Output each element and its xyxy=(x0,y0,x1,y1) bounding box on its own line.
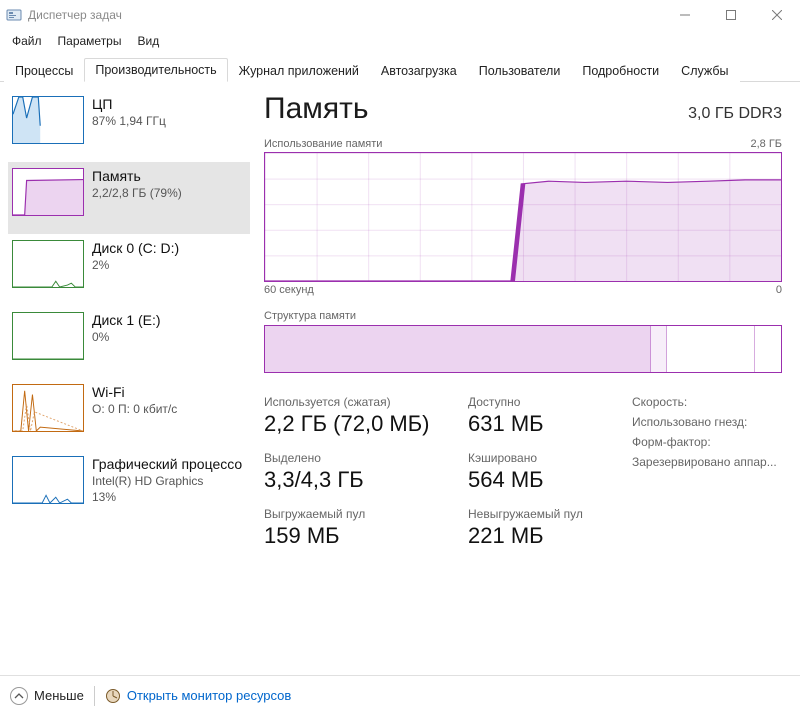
sidebar-item-disk1[interactable]: Диск 1 (E:) 0% xyxy=(8,306,250,378)
stat-committed-value: 3,3/4,3 ГБ xyxy=(264,467,464,493)
usage-chart-x-left: 60 секунд xyxy=(264,284,314,296)
composition-modified xyxy=(651,326,667,372)
cpu-sparkline xyxy=(12,96,84,144)
content: ЦП 87% 1,94 ГГц Память 2,2/2,8 ГБ (79%) xyxy=(0,82,800,675)
title-bar: Диспетчер задач xyxy=(0,0,800,30)
info-form: Форм-фактор: xyxy=(632,435,792,449)
sidebar-memory-sub: 2,2/2,8 ГБ (79%) xyxy=(92,186,182,200)
stat-cached-label: Кэшировано xyxy=(468,451,628,465)
chevron-up-icon xyxy=(10,687,28,705)
sidebar-item-cpu[interactable]: ЦП 87% 1,94 ГГц xyxy=(8,90,250,162)
stat-available-label: Доступно xyxy=(468,395,628,409)
memory-sparkline xyxy=(12,168,84,216)
sidebar-gpu-title: Графический процессор xyxy=(92,456,242,472)
wifi-sparkline xyxy=(12,384,84,432)
sidebar-cpu-sub: 87% 1,94 ГГц xyxy=(92,114,166,128)
sidebar-wifi-title: Wi-Fi xyxy=(92,384,177,400)
maximize-button[interactable] xyxy=(708,0,754,30)
stat-committed-label: Выделено xyxy=(264,451,464,465)
sidebar-item-wifi[interactable]: Wi-Fi О: 0 П: 0 кбит/с xyxy=(8,378,250,450)
disk0-sparkline xyxy=(12,240,84,288)
sidebar-disk0-sub: 2% xyxy=(92,258,179,272)
sidebar-item-disk0[interactable]: Диск 0 (C: D:) 2% xyxy=(8,234,250,306)
gpu-sparkline xyxy=(12,456,84,504)
tab-performance[interactable]: Производительность xyxy=(84,58,227,82)
menu-options[interactable]: Параметры xyxy=(50,32,130,50)
tab-services[interactable]: Службы xyxy=(670,59,739,82)
sidebar-gpu-sub1: Intel(R) HD Graphics xyxy=(92,474,242,488)
sidebar-cpu-title: ЦП xyxy=(92,96,166,112)
open-resource-monitor-link[interactable]: Открыть монитор ресурсов xyxy=(105,688,291,704)
app-icon xyxy=(6,7,22,23)
stat-cached-value: 564 МБ xyxy=(468,467,628,493)
open-resource-monitor-label: Открыть монитор ресурсов xyxy=(127,688,291,703)
sidebar-item-gpu[interactable]: Графический процессор Intel(R) HD Graphi… xyxy=(8,450,250,522)
menu-bar: Файл Параметры Вид xyxy=(0,30,800,52)
window-controls xyxy=(662,0,800,30)
usage-chart-x-right: 0 xyxy=(776,284,782,296)
close-button[interactable] xyxy=(754,0,800,30)
detail-panel: Память 3,0 ГБ DDR3 Использование памяти … xyxy=(250,82,800,675)
memory-usage-chart[interactable] xyxy=(264,152,782,282)
sidebar-disk0-title: Диск 0 (C: D:) xyxy=(92,240,179,256)
menu-view[interactable]: Вид xyxy=(129,32,167,50)
detail-total: 3,0 ГБ DDR3 xyxy=(688,105,782,123)
window-title: Диспетчер задач xyxy=(28,8,122,22)
sidebar-disk1-sub: 0% xyxy=(92,330,161,344)
tab-processes[interactable]: Процессы xyxy=(4,59,84,82)
stat-paged-value: 159 МБ xyxy=(264,523,464,549)
usage-chart-label-right: 2,8 ГБ xyxy=(750,138,782,150)
info-reserved: Зарезервировано аппар... xyxy=(632,455,792,469)
tab-app-history[interactable]: Журнал приложений xyxy=(228,59,370,82)
composition-free xyxy=(755,326,781,372)
stat-available-value: 631 МБ xyxy=(468,411,628,437)
footer: Меньше Открыть монитор ресурсов xyxy=(0,675,800,715)
composition-standby xyxy=(667,326,755,372)
menu-file[interactable]: Файл xyxy=(4,32,50,50)
fewer-details-button[interactable]: Меньше xyxy=(10,687,84,705)
stat-nonpaged-label: Невыгружаемый пул xyxy=(468,507,628,521)
stat-in-use-label: Используется (сжатая) xyxy=(264,395,464,409)
sidebar-item-memory[interactable]: Память 2,2/2,8 ГБ (79%) xyxy=(8,162,250,234)
detail-title: Память xyxy=(264,92,369,126)
sidebar-gpu-sub2: 13% xyxy=(92,490,242,504)
fewer-details-label: Меньше xyxy=(34,688,84,704)
usage-chart-label-left: Использование памяти xyxy=(264,138,382,150)
sidebar: ЦП 87% 1,94 ГГц Память 2,2/2,8 ГБ (79%) xyxy=(0,82,250,675)
info-slots: Использовано гнезд: xyxy=(632,415,792,429)
resource-monitor-icon xyxy=(105,688,121,704)
minimize-button[interactable] xyxy=(662,0,708,30)
tab-users[interactable]: Пользователи xyxy=(468,59,572,82)
footer-separator xyxy=(94,686,95,706)
memory-composition-bar[interactable] xyxy=(264,325,782,373)
sidebar-wifi-sub: О: 0 П: 0 кбит/с xyxy=(92,402,177,416)
composition-used xyxy=(265,326,651,372)
memory-stats: Используется (сжатая) 2,2 ГБ (72,0 МБ) Д… xyxy=(264,395,782,549)
tab-startup[interactable]: Автозагрузка xyxy=(370,59,468,82)
stat-nonpaged-value: 221 МБ xyxy=(468,523,628,549)
composition-label: Структура памяти xyxy=(264,310,782,322)
stat-paged-label: Выгружаемый пул xyxy=(264,507,464,521)
sidebar-memory-title: Память xyxy=(92,168,182,184)
disk1-sparkline xyxy=(12,312,84,360)
tab-details[interactable]: Подробности xyxy=(571,59,670,82)
sidebar-disk1-title: Диск 1 (E:) xyxy=(92,312,161,328)
tab-bar: Процессы Производительность Журнал прило… xyxy=(0,52,800,82)
stat-in-use-value: 2,2 ГБ (72,0 МБ) xyxy=(264,411,464,437)
info-speed: Скорость: xyxy=(632,395,792,409)
